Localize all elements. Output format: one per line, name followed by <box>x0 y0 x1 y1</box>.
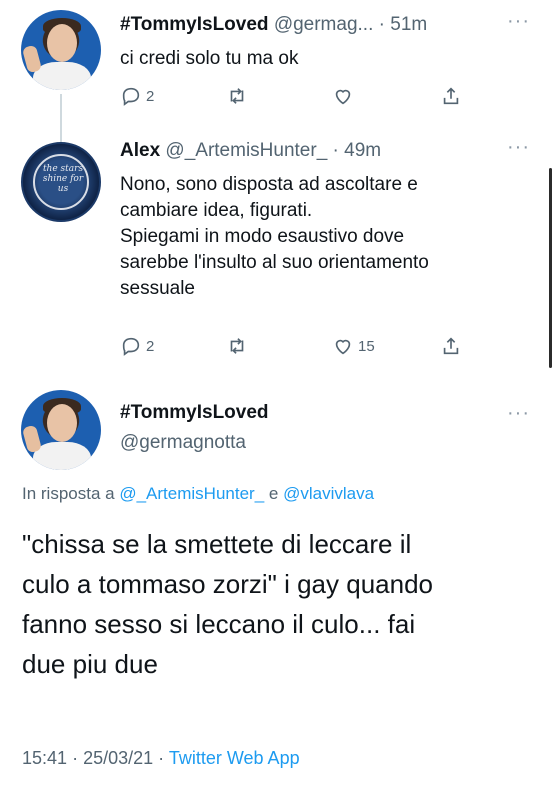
tweet-text: Nono, sono disposta ad ascoltare e cambi… <box>120 172 429 302</box>
handle[interactable]: @_ArtemisHunter_ <box>165 140 327 161</box>
reply-context: In risposta a @_ArtemisHunter_ e @vlaviv… <box>22 484 374 504</box>
separator: · <box>332 140 339 161</box>
mention-link[interactable]: @vlavivlava <box>283 484 374 503</box>
avatar[interactable]: the stars shine for us <box>21 142 101 222</box>
share-button[interactable] <box>440 334 462 358</box>
separator: · <box>72 748 79 768</box>
tweet-time[interactable]: 15:41 <box>22 748 67 768</box>
share-icon <box>443 337 459 355</box>
source-app-link[interactable]: Twitter Web App <box>169 748 300 768</box>
like-count: 15 <box>358 337 375 355</box>
tweet-2[interactable]: the stars shine for us Alex @_ArtemisHun… <box>0 0 556 380</box>
like-icon <box>335 339 351 355</box>
tweet-text-line: Spiegami in modo esaustivo dove <box>120 226 405 247</box>
tweet-text-line: Nono, sono disposta ad ascoltare e <box>120 174 418 195</box>
scrollbar[interactable] <box>549 168 552 368</box>
avatar[interactable] <box>21 390 101 470</box>
reply-prefix: In risposta a <box>22 484 115 503</box>
reply-icon <box>122 337 140 356</box>
tweet-text-line: "chissa se la smettete di leccare il <box>22 529 412 559</box>
tweet-actions: 2 15 <box>120 334 480 358</box>
like-button[interactable]: 15 <box>332 334 375 358</box>
tweet-text-line: sessuale <box>120 278 195 299</box>
retweet-icon <box>230 338 244 354</box>
tweet-header: Alex @_ArtemisHunter_ · 49m <box>120 140 381 162</box>
reply-and: e <box>268 484 279 503</box>
mention-link[interactable]: @_ArtemisHunter_ <box>119 484 264 503</box>
display-name[interactable]: #TommyIsLoved <box>120 402 269 424</box>
reply-count: 2 <box>146 337 155 355</box>
tweet-meta: 15:41 · 25/03/21 · Twitter Web App <box>22 748 300 769</box>
tweet-text-line: sarebbe l'insulto al suo orientamento <box>120 252 429 273</box>
more-icon[interactable]: ··· <box>507 402 530 425</box>
tweet-date[interactable]: 25/03/21 <box>83 748 153 768</box>
tweet-text: "chissa se la smettete di leccare il cul… <box>22 524 542 684</box>
avatar-text: the stars shine for us <box>42 164 84 194</box>
tweet-text-line: due piu due <box>22 649 158 679</box>
separator: · <box>158 748 165 768</box>
tweet-text-line: cambiare idea, figurati. <box>120 200 313 221</box>
tweet-text-line: culo a tommaso zorzi" i gay quando <box>22 569 433 599</box>
more-icon[interactable]: ··· <box>507 136 530 159</box>
reply-button[interactable]: 2 <box>120 334 154 358</box>
tweet-text-line: fanno sesso si leccano il culo... fai <box>22 609 416 639</box>
display-name[interactable]: Alex <box>120 140 160 161</box>
handle[interactable]: @germagnotta <box>120 432 246 454</box>
retweet-button[interactable] <box>226 334 248 358</box>
timestamp[interactable]: 49m <box>344 140 381 161</box>
